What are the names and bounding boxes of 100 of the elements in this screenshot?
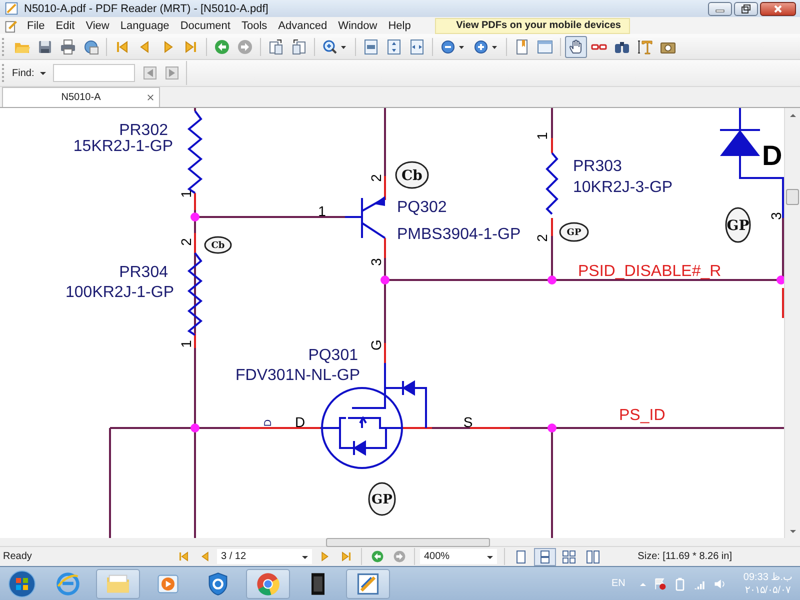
junction-dot — [190, 424, 200, 432]
floppy-icon — [37, 38, 53, 54]
page-layout-icon — [538, 550, 552, 564]
net-label: PS_ID — [619, 407, 666, 424]
menu-item[interactable]: Edit — [50, 20, 81, 32]
junction-dot — [548, 424, 556, 432]
promo-button[interactable]: View PDFs on your mobile devices — [435, 18, 630, 34]
menu-item[interactable]: Language — [115, 20, 176, 32]
pin-number: 3 — [368, 258, 384, 266]
browser-icon — [55, 570, 81, 596]
designator-label: D — [762, 140, 782, 171]
stamp-mark: Cb — [395, 161, 429, 189]
part-label: PMBS3904-1-GP — [397, 226, 521, 243]
menu-item[interactable]: Window — [333, 20, 384, 32]
menu-item[interactable]: View — [80, 20, 116, 32]
pdf-reader-icon — [355, 570, 381, 596]
caret-icon[interactable] — [39, 69, 48, 77]
close-button[interactable] — [760, 2, 796, 16]
last-page-icon — [183, 38, 199, 54]
full-screen-icon — [537, 38, 553, 54]
actual-size-icon — [363, 38, 379, 54]
magnifier-icon — [322, 38, 348, 54]
stamp-mark: GP — [559, 222, 589, 242]
printer-icon — [60, 38, 76, 54]
junction-dot — [380, 276, 390, 284]
back-icon — [370, 550, 384, 563]
resistor-symbol — [546, 152, 558, 215]
globe-icon — [83, 38, 99, 54]
minimize-button[interactable] — [708, 2, 732, 16]
menu-item[interactable]: Advanced — [273, 20, 334, 32]
page-layout-icon — [514, 550, 528, 564]
menu-item[interactable]: Document — [175, 20, 236, 32]
hand-tool-button[interactable] — [565, 36, 587, 58]
part-label: FDV301N-NL-GP — [236, 367, 360, 384]
pin-number: 1 — [178, 340, 194, 348]
page-number-field[interactable]: 3 / 12 — [217, 549, 312, 564]
part-label: PQ301 — [308, 347, 358, 364]
fit-width-icon — [409, 38, 425, 54]
zoom-field[interactable]: 400% — [420, 549, 497, 564]
previous-icon — [142, 65, 158, 81]
next-icon — [164, 65, 180, 81]
first-page-icon — [176, 550, 190, 563]
page-size-text: Size: [11.69 * 8.26 in] — [638, 551, 732, 562]
flag-icon[interactable] — [653, 576, 668, 590]
scroll-down-icon[interactable] — [788, 527, 796, 535]
page-layout-button[interactable] — [534, 548, 556, 566]
pin-label: 1 — [318, 203, 326, 219]
menu-item[interactable]: File — [22, 20, 51, 32]
clock-time: 09:33 ب.ظ — [743, 570, 792, 584]
pin-label: S — [463, 414, 473, 430]
windows-logo-icon — [8, 570, 36, 598]
part-label: PQ302 — [397, 199, 447, 216]
document-tab[interactable]: N5010-A — [2, 87, 160, 107]
part-label: PR302 — [119, 122, 168, 139]
pin-label: D — [294, 414, 306, 430]
net-label: PSID_DISABLE#_R — [578, 263, 722, 280]
pin-number: 2 — [178, 238, 194, 246]
close-tab-icon[interactable] — [147, 94, 154, 101]
junction-dot — [548, 276, 556, 284]
plus-icon — [473, 38, 499, 54]
page-layout-icon — [586, 550, 600, 564]
forward-icon — [237, 38, 253, 54]
folder-taskbar-button[interactable] — [96, 568, 140, 598]
text-cursor-icon — [637, 38, 653, 54]
part-label: PR304 — [119, 264, 168, 281]
bookmark-icon — [514, 38, 530, 54]
forward-icon — [392, 550, 406, 563]
part-label: 100KR2J-1-GP — [66, 284, 174, 301]
pin-number: 2 — [368, 174, 384, 182]
clock-date: ۲۰۱۵/۰۵/۰۷ — [744, 584, 790, 596]
app-icon — [5, 2, 18, 15]
menu-item[interactable]: Help — [383, 20, 417, 32]
pdf-reader-taskbar-button[interactable] — [346, 568, 390, 598]
find-field[interactable] — [53, 64, 136, 82]
pin-number: 3 — [768, 212, 784, 220]
restore-icon — [741, 4, 751, 14]
scroll-up-icon[interactable] — [788, 111, 796, 119]
rotate-left-icon — [268, 38, 284, 54]
vertical-scrollbar[interactable] — [784, 108, 800, 538]
pin-number: G — [368, 340, 384, 350]
window-title: N5010-A.pdf - PDF Reader (MRT) - [N5010-A.pdf] — [24, 2, 270, 14]
stamp-mark: GP — [725, 207, 751, 243]
stamp-mark: GP — [368, 482, 396, 516]
close-icon — [773, 4, 783, 14]
scrollbar-thumb[interactable] — [786, 189, 799, 205]
pin-number: 1 — [534, 132, 550, 140]
pin-number: 2 — [534, 234, 550, 242]
chrome-icon — [255, 570, 281, 596]
status-text: Ready — [2, 551, 33, 562]
scrollbar-thumb[interactable] — [326, 538, 490, 547]
menu-item[interactable]: Tools — [236, 20, 274, 32]
junction-dot — [190, 212, 200, 222]
part-label: 10KR2J-3-GP — [573, 179, 673, 196]
restore-button[interactable] — [734, 2, 758, 16]
chrome-taskbar-button[interactable] — [246, 568, 290, 598]
minus-icon — [440, 38, 466, 54]
part-label: 15KR2J-1-GP — [73, 138, 173, 155]
part-label: PR303 — [573, 158, 622, 175]
stamp-mark: Cb — [204, 236, 232, 254]
page-layout-icon — [562, 550, 576, 564]
